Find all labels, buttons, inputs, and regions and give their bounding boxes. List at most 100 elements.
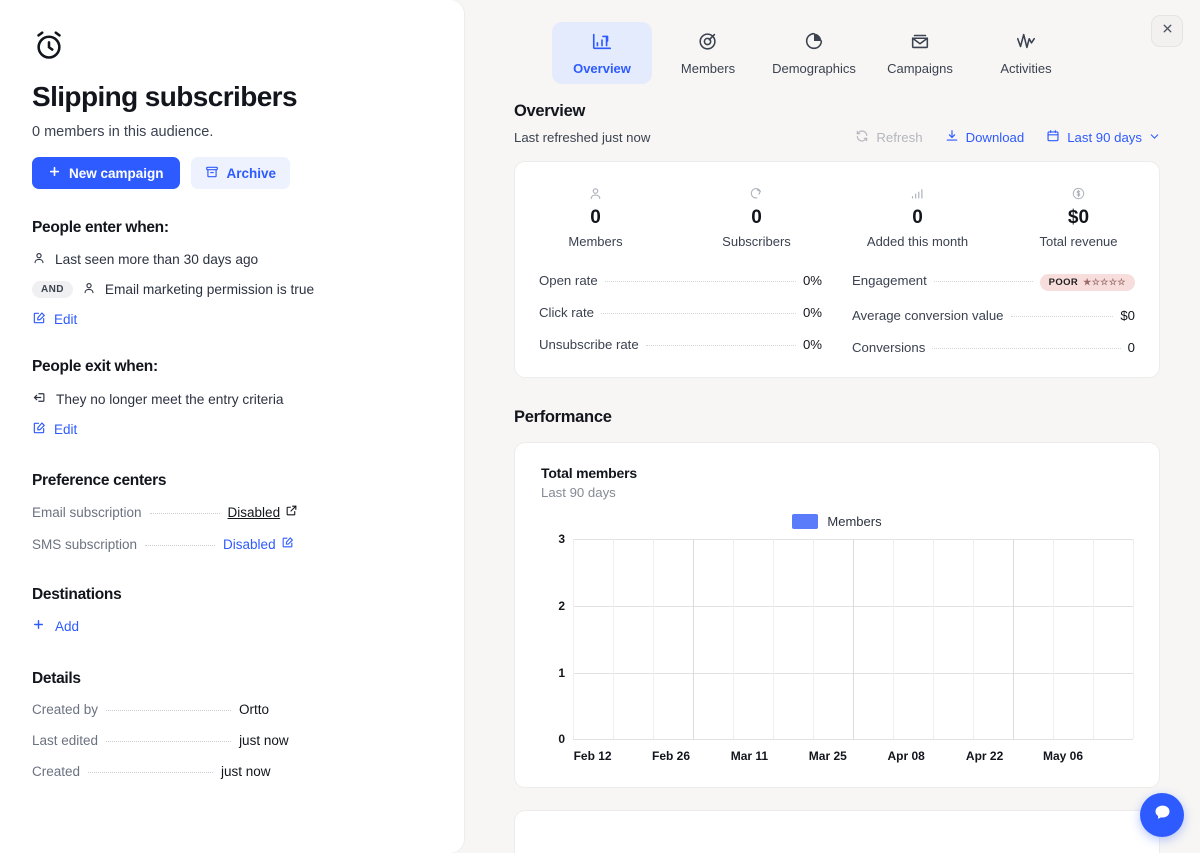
metric-conversions: Conversions 0 xyxy=(852,340,1135,355)
metric-engagement: Engagement POOR ★☆☆☆☆ xyxy=(852,273,1135,291)
stat-added-label: Added this month xyxy=(866,234,969,249)
overview-stats-card: 0 Members 0 Subscribers 0 Added this mon… xyxy=(514,161,1160,378)
metric-key: Open rate xyxy=(539,273,598,288)
metric-unsubscribe-rate: Unsubscribe rate 0% xyxy=(539,337,822,352)
gridline-vertical xyxy=(892,539,894,739)
tab-demographics[interactable]: Demographics xyxy=(764,22,864,84)
preference-centers-section: Preference centers Email subscription Di… xyxy=(32,472,432,552)
external-link-icon xyxy=(285,504,298,520)
archive-button[interactable]: Archive xyxy=(190,157,291,190)
y-tick-0: 0 xyxy=(558,732,565,746)
stat-subscribers-label: Subscribers xyxy=(722,234,791,249)
people-exit-heading: People exit when: xyxy=(32,358,158,376)
page-title: Slipping subscribers xyxy=(32,81,298,112)
entry-criterion-row: Last seen more than 30 days ago xyxy=(32,251,432,268)
bar-chart-trend-icon xyxy=(591,30,613,55)
inbox-icon xyxy=(909,30,931,55)
detail-key: Created by xyxy=(32,702,99,718)
overview-title: Overview xyxy=(514,102,585,120)
new-campaign-button[interactable]: New campaign xyxy=(32,157,180,190)
chart-plot-area: 3 2 1 0 Feb 12 Feb 26 Mar 11 Mar 25 Apr … xyxy=(541,532,1134,769)
download-button[interactable]: Download xyxy=(945,129,1024,146)
tab-overview[interactable]: Overview xyxy=(552,22,652,84)
metric-key: Unsubscribe rate xyxy=(539,337,639,352)
tab-campaigns-label: Campaigns xyxy=(887,61,953,76)
gridline-vertical xyxy=(732,539,734,739)
exit-criterion-text: They no longer meet the entry criteria xyxy=(56,391,284,407)
people-exit-section: People exit when: They no longer meet th… xyxy=(32,358,432,440)
entry-criterion-text: Last seen more than 30 days ago xyxy=(55,252,259,268)
legend-label-members: Members xyxy=(827,514,882,529)
dollar-circle-icon xyxy=(1071,184,1086,202)
gridline-vertical xyxy=(573,539,574,739)
add-destination-link[interactable]: Add xyxy=(32,618,79,634)
target-icon xyxy=(697,30,719,55)
gridline-vertical xyxy=(612,539,614,739)
metric-value: 0% xyxy=(802,273,822,288)
axis-line-x xyxy=(573,739,1133,740)
dotted-leader xyxy=(932,348,1121,349)
edit-exit-label: Edit xyxy=(54,422,78,438)
legend-swatch-members xyxy=(792,514,819,529)
metric-open-rate: Open rate 0% xyxy=(539,273,822,288)
detail-key: Created xyxy=(32,764,81,780)
x-tick-0: Feb 12 xyxy=(573,749,612,763)
preference-row-sms: SMS subscription Disabled xyxy=(32,536,432,552)
refresh-button[interactable]: Refresh xyxy=(855,129,923,146)
audience-sidebar: Slipping subscribers 0 members in this a… xyxy=(0,0,464,853)
overview-actions: Refresh Download Last 90 days xyxy=(855,129,1160,146)
tab-overview-label: Overview xyxy=(573,61,631,76)
edit-exit-criteria-link[interactable]: Edit xyxy=(32,421,77,438)
chart-x-axis: Feb 12 Feb 26 Mar 11 Mar 25 Apr 08 Apr 2… xyxy=(573,745,1133,773)
chat-widget-button[interactable] xyxy=(1140,793,1184,837)
dotted-leader xyxy=(145,544,216,546)
chart-grid xyxy=(573,539,1134,740)
tab-members-label: Members xyxy=(680,61,736,76)
person-icon xyxy=(32,251,46,268)
x-tick-3: Mar 25 xyxy=(808,749,847,763)
dotted-leader xyxy=(88,772,214,774)
metric-key: Conversions xyxy=(852,340,926,355)
sms-subscription-value[interactable]: Disabled xyxy=(223,536,294,552)
pie-chart-icon xyxy=(803,30,825,55)
metric-click-rate: Click rate 0% xyxy=(539,305,822,320)
x-tick-5: Apr 22 xyxy=(965,749,1004,763)
engagement-status-badge: POOR ★☆☆☆☆ xyxy=(1039,274,1135,291)
tab-campaigns[interactable]: Campaigns xyxy=(870,22,970,84)
edit-entry-criteria-link[interactable]: Edit xyxy=(32,311,77,328)
preference-value-label: Disabled xyxy=(227,504,281,520)
gridline-vertical xyxy=(1093,539,1095,739)
detail-row-created-by: Created by Ortto xyxy=(32,702,432,717)
dotted-leader xyxy=(1010,316,1114,317)
sidebar-action-buttons: New campaign Archive xyxy=(32,157,432,190)
gridline-vertical xyxy=(772,539,774,739)
entry-criterion-text: Email marketing permission is true xyxy=(104,282,315,298)
close-panel-button[interactable] xyxy=(1151,15,1183,47)
y-tick-3: 3 xyxy=(558,532,565,546)
exit-criterion-row: They no longer meet the entry criteria xyxy=(32,390,432,408)
refresh-icon xyxy=(855,129,869,146)
dotted-leader xyxy=(600,313,796,314)
details-section: Details Created by Ortto Last edited jus… xyxy=(32,670,432,779)
metric-value: 0% xyxy=(802,337,822,352)
archive-box-icon xyxy=(205,165,219,182)
x-tick-6: May 06 xyxy=(1042,749,1084,763)
destinations-heading: Destinations xyxy=(32,586,122,604)
overview-header: Overview Last refreshed just now Refresh xyxy=(514,102,1160,146)
tab-members[interactable]: Members xyxy=(658,22,758,84)
plus-icon xyxy=(32,618,45,634)
gridline-vertical xyxy=(1012,539,1014,739)
stats-row: 0 Members 0 Subscribers 0 Added this mon… xyxy=(515,162,1159,267)
date-range-selector[interactable]: Last 90 days xyxy=(1046,129,1160,146)
detail-value: just now xyxy=(239,733,289,749)
stat-members-label: Members xyxy=(568,234,623,249)
dotted-leader xyxy=(149,512,220,514)
and-connector-pill: AND xyxy=(32,281,73,299)
people-enter-heading: People enter when: xyxy=(32,219,169,237)
archive-label: Archive xyxy=(226,165,277,181)
person-icon xyxy=(588,184,603,202)
tab-activities-label: Activities xyxy=(1000,61,1052,76)
email-subscription-value[interactable]: Disabled xyxy=(228,504,299,520)
tab-activities[interactable]: Activities xyxy=(976,22,1076,84)
preference-centers-heading: Preference centers xyxy=(32,472,167,490)
